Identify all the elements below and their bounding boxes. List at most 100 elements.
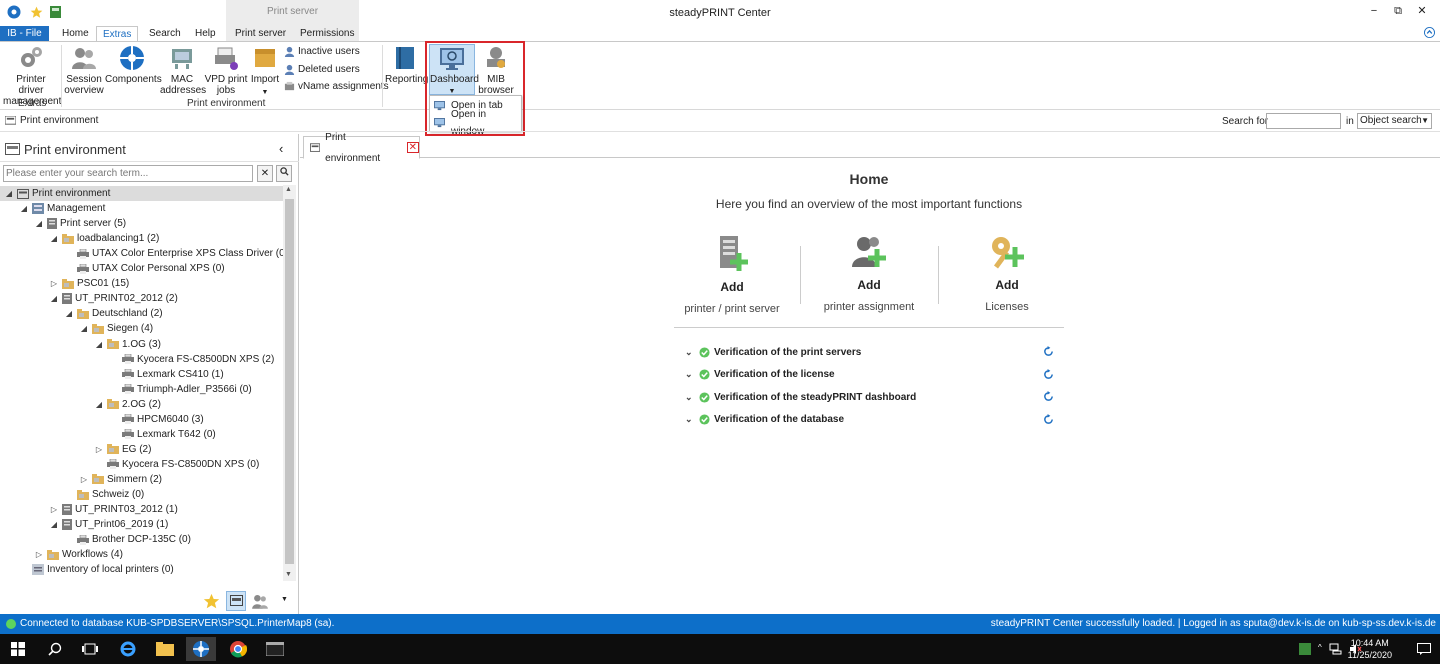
expand-arrow-icon[interactable]: ▷ bbox=[49, 276, 59, 291]
tab-home[interactable]: Home bbox=[56, 26, 95, 42]
expand-arrow-icon[interactable]: ▷ bbox=[34, 547, 44, 562]
file-tab[interactable]: IB - File bbox=[0, 26, 49, 41]
tree-node[interactable]: Lexmark CS410 (1) bbox=[109, 367, 224, 382]
chevron-down-icon[interactable]: ⌄ bbox=[685, 414, 699, 425]
refresh-icon[interactable] bbox=[1043, 346, 1054, 357]
breadcrumb[interactable]: Print environment bbox=[5, 115, 98, 126]
steadyprint-taskbar-icon[interactable] bbox=[186, 637, 216, 661]
verification-row[interactable]: ⌄ Verification of the steadyPRINT dashboa… bbox=[685, 389, 1055, 405]
help-up-icon[interactable] bbox=[1424, 27, 1435, 41]
tree-node[interactable]: ◢ 1.OG (3) bbox=[94, 337, 161, 352]
deleted-users-button[interactable]: Deleted users bbox=[284, 64, 360, 75]
tree-node[interactable]: ◢ loadbalancing1 (2) bbox=[49, 231, 159, 246]
tree-node[interactable]: ◢ Management bbox=[19, 201, 105, 216]
inactive-users-button[interactable]: Inactive users bbox=[284, 46, 360, 57]
internet-explorer-icon[interactable] bbox=[113, 637, 143, 661]
vname-assignments-button[interactable]: vName assignments bbox=[284, 81, 389, 92]
collapse-panel-button[interactable]: ‹ bbox=[279, 141, 283, 156]
terminal-icon[interactable] bbox=[260, 637, 290, 661]
notifications-icon[interactable] bbox=[1417, 643, 1431, 655]
tab-permissions[interactable]: Permissions bbox=[294, 26, 360, 42]
task-view-icon[interactable] bbox=[75, 637, 105, 661]
tree-node[interactable]: ◢ 2.OG (2) bbox=[94, 397, 161, 412]
tree-node[interactable]: ▷ Simmern (2) bbox=[79, 472, 162, 487]
tree-node[interactable]: ▷ UT_PRINT03_2012 (1) bbox=[49, 502, 178, 517]
add-assignment-card[interactable]: Add printer assignment bbox=[809, 235, 929, 313]
session-overview-button[interactable]: Session overview bbox=[64, 45, 104, 96]
collapse-arrow-icon[interactable]: ◢ bbox=[94, 337, 104, 352]
tree-node[interactable]: ◢ Print server (5) bbox=[34, 216, 126, 231]
expand-arrow-icon[interactable]: ▷ bbox=[49, 502, 59, 517]
search-scope-select[interactable]: Object search ▼ bbox=[1357, 113, 1432, 129]
tree-node[interactable]: ◢ Siegen (4) bbox=[79, 321, 153, 336]
clear-search-button[interactable]: ✕ bbox=[257, 165, 273, 182]
tree-node[interactable]: Inventory of local printers (0) bbox=[19, 562, 174, 577]
tree-node[interactable]: ▷ PSC01 (15) bbox=[49, 276, 129, 291]
chevron-down-icon[interactable]: ⌄ bbox=[685, 392, 699, 403]
scroll-up-icon[interactable]: ▲ bbox=[285, 186, 292, 193]
tree-scrollbar[interactable]: ▲ ▼ bbox=[283, 185, 296, 581]
tray-app-icon[interactable] bbox=[1299, 643, 1311, 655]
collapse-arrow-icon[interactable]: ◢ bbox=[4, 186, 14, 201]
tree-node[interactable]: Kyocera FS-C8500DN XPS (0) bbox=[94, 457, 259, 472]
tree-node[interactable]: Triumph-Adler_P3566i (0) bbox=[109, 382, 252, 397]
taskbar-clock[interactable]: 10:44 AM 11/25/2020 bbox=[1348, 637, 1392, 661]
object-search-input[interactable] bbox=[1266, 113, 1341, 129]
more-views-arrow-icon[interactable]: ▼ bbox=[281, 596, 288, 603]
tree-node[interactable]: UTAX Color Personal XPS (0) bbox=[64, 261, 225, 276]
add-printer-card[interactable]: Add printer / print server bbox=[672, 235, 792, 315]
tray-chevron-up-icon[interactable]: ^ bbox=[1318, 643, 1322, 655]
mac-addresses-button[interactable]: MAC addresses bbox=[160, 45, 206, 96]
refresh-icon[interactable] bbox=[1043, 368, 1054, 380]
tree-node[interactable]: Brother DCP-135C (0) bbox=[64, 532, 191, 547]
collapse-arrow-icon[interactable]: ◢ bbox=[79, 321, 89, 336]
refresh-icon[interactable] bbox=[1043, 413, 1054, 425]
print-environment-view-button[interactable] bbox=[226, 591, 246, 611]
tree-node[interactable]: Lexmark T642 (0) bbox=[109, 427, 216, 442]
file-explorer-icon[interactable] bbox=[150, 637, 180, 661]
minimize-button[interactable]: − bbox=[1362, 3, 1386, 19]
windows-start-icon[interactable] bbox=[3, 637, 33, 661]
collapse-arrow-icon[interactable]: ◢ bbox=[34, 216, 44, 231]
search-icon[interactable] bbox=[276, 165, 292, 182]
tree-node[interactable]: ◢ Deutschland (2) bbox=[64, 306, 163, 321]
collapse-arrow-icon[interactable]: ◢ bbox=[49, 231, 59, 246]
tab-print-environment[interactable]: Print environment ✕ bbox=[303, 132, 420, 164]
reporting-button[interactable]: Reporting bbox=[385, 45, 428, 85]
tree-node[interactable]: UTAX Color Enterprise XPS Class Driver (… bbox=[64, 246, 283, 261]
collapse-arrow-icon[interactable]: ◢ bbox=[49, 291, 59, 306]
tab-print-server[interactable]: Print server bbox=[229, 26, 292, 42]
favorites-star-icon[interactable] bbox=[203, 593, 220, 610]
tree-node[interactable]: HPCM6040 (3) bbox=[109, 412, 204, 427]
collapse-arrow-icon[interactable]: ◢ bbox=[94, 397, 104, 412]
scrollbar-thumb[interactable] bbox=[285, 199, 294, 564]
tab-extras[interactable]: Extras bbox=[96, 26, 139, 42]
expand-arrow-icon[interactable]: ▷ bbox=[79, 472, 89, 487]
vpd-print-jobs-button[interactable]: VPD print jobs bbox=[204, 45, 248, 96]
network-icon[interactable] bbox=[1329, 643, 1342, 655]
chevron-down-icon[interactable]: ⌄ bbox=[685, 369, 699, 380]
collapse-arrow-icon[interactable]: ◢ bbox=[64, 306, 74, 321]
tree-node[interactable]: ◢ Print environment bbox=[0, 186, 283, 201]
tree-search-input[interactable]: Please enter your search term... bbox=[3, 165, 253, 182]
tree-node[interactable]: Kyocera FS-C8500DN XPS (2) bbox=[109, 352, 274, 367]
restore-button[interactable]: ⧉ bbox=[1386, 3, 1410, 19]
close-tab-button[interactable]: ✕ bbox=[406, 142, 419, 153]
scroll-down-icon[interactable]: ▼ bbox=[285, 571, 292, 578]
refresh-icon[interactable] bbox=[1043, 391, 1054, 402]
tab-search[interactable]: Search bbox=[143, 26, 187, 42]
verification-row[interactable]: ⌄ Verification of the print servers bbox=[685, 344, 1055, 360]
verification-row[interactable]: ⌄ Verification of the license bbox=[685, 367, 1055, 383]
collapse-arrow-icon[interactable]: ◢ bbox=[19, 201, 29, 216]
collapse-arrow-icon[interactable]: ◢ bbox=[49, 517, 59, 532]
components-button[interactable]: Components bbox=[105, 45, 162, 85]
add-licenses-card[interactable]: Add Licenses bbox=[947, 235, 1067, 313]
verification-row[interactable]: ⌄ Verification of the database bbox=[685, 412, 1055, 428]
chrome-icon[interactable] bbox=[223, 637, 253, 661]
tree-node[interactable]: Schweiz (0) bbox=[64, 487, 144, 502]
search-icon[interactable] bbox=[40, 637, 70, 661]
close-button[interactable]: ✕ bbox=[1410, 3, 1434, 19]
tab-help[interactable]: Help bbox=[189, 26, 222, 42]
import-button[interactable]: Import ▼ bbox=[249, 45, 281, 98]
tree-node[interactable]: ◢ UT_PRINT02_2012 (2) bbox=[49, 291, 178, 306]
